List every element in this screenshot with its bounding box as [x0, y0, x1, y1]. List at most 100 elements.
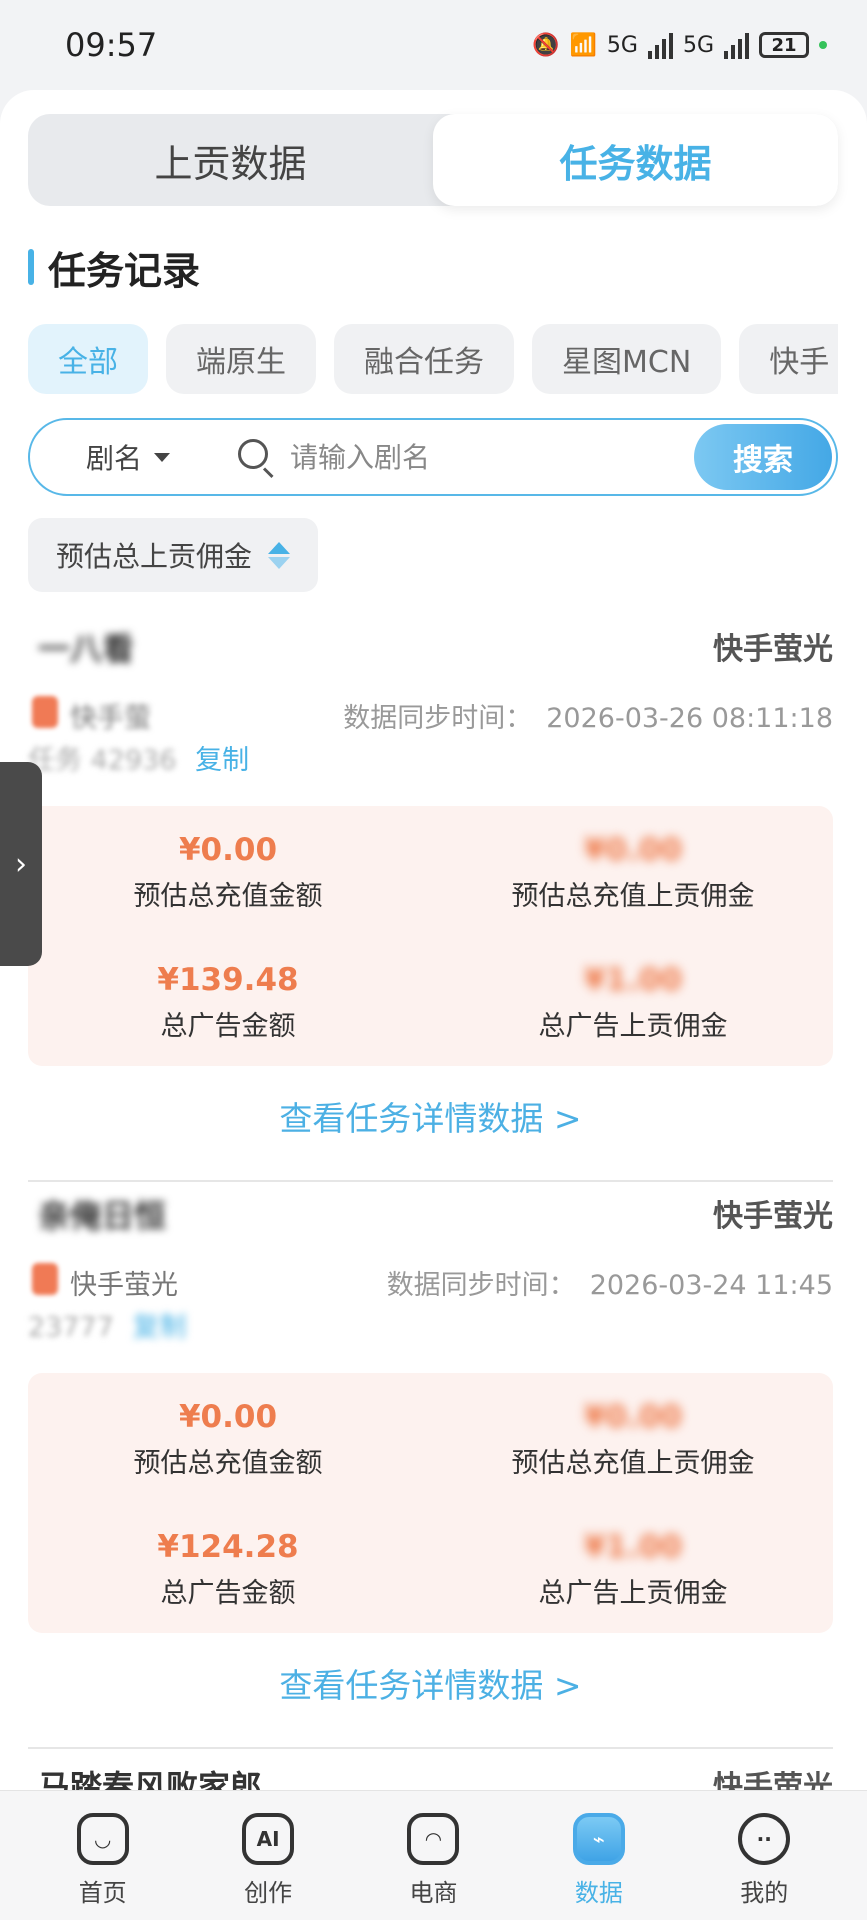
task-platform: 快手萤光 [713, 632, 833, 667]
chip-all[interactable]: 全部 [28, 324, 148, 394]
signal-5g-label-2: 5G [682, 32, 714, 58]
home-icon: ◡ [76, 1813, 129, 1865]
divider [28, 1180, 833, 1182]
stat-value: ¥139.48 [157, 962, 299, 998]
chevron-down-icon [154, 452, 171, 462]
search-button[interactable]: 搜索 [694, 424, 832, 490]
status-icons: 🔕 📶 5G 5G 21 [532, 31, 827, 59]
stat-value: ¥0.00 [583, 1399, 683, 1435]
nav-create[interactable]: AI 创作 [208, 1791, 328, 1920]
section-accent-bar [28, 249, 34, 285]
divider [28, 1747, 833, 1749]
stat-recharge-tribute: ¥0.00 预估总充值上贡佣金 [433, 1399, 833, 1480]
battery-icon: 21 [759, 32, 809, 58]
side-drawer-handle[interactable]: › [0, 762, 42, 966]
bottom-nav: ◡ 首页 AI 创作 ◠ 电商 ⌁ 数据 ·· 我的 [0, 1790, 867, 1920]
sync-value: 2026-03-24 11:45 [589, 1270, 833, 1301]
stat-label: 预估总充值金额 [133, 1448, 323, 1479]
task-id: 任务 42936 [28, 745, 177, 776]
nav-label: 数据 [574, 1879, 623, 1907]
task-card: 一八看 快手萤光 快手萤 数据同步时间： 2026-03-26 08:11:18 … [28, 620, 833, 1182]
profile-icon: ·· [738, 1813, 791, 1865]
stat-value: ¥124.28 [157, 1529, 299, 1565]
stat-ad-amount: ¥139.48 总广告金额 [28, 962, 428, 1043]
status-bar: 09:57 🔕 📶 5G 5G 21 [0, 0, 867, 90]
section-title: 任务记录 [28, 242, 201, 293]
section-title-text: 任务记录 [48, 248, 201, 293]
stat-label: 总广告金额 [160, 1011, 296, 1042]
view-task-detail-link[interactable]: 查看任务详情数据 > [28, 1659, 833, 1707]
ai-create-icon: AI [242, 1813, 295, 1865]
sync-time: 数据同步时间： 2026-03-24 11:45 [387, 1263, 833, 1302]
sync-label: 数据同步时间： [386, 1270, 576, 1301]
tab-task-data[interactable]: 任务数据 [433, 114, 838, 206]
chip-native[interactable]: 端原生 [166, 324, 316, 394]
sort-icon [268, 541, 291, 569]
status-time: 09:57 [65, 26, 158, 64]
search-type-label: 剧名 [86, 442, 143, 475]
search-bar: 剧名 搜索 [28, 418, 838, 496]
chip-kuaishou[interactable]: 快手 [739, 324, 838, 394]
task-card: 亲俺日恒 快手萤光 快手萤光 数据同步时间： 2026-03-24 11:45 2… [28, 1187, 833, 1749]
stat-label: 总广告上贡佣金 [538, 1578, 728, 1609]
task-name: 亲俺日恒 [38, 1197, 167, 1235]
chevron-right-icon: › [15, 846, 27, 882]
nav-profile[interactable]: ·· 我的 [704, 1791, 824, 1920]
chip-xingtu-mcn[interactable]: 星图MCN [532, 324, 722, 394]
chip-fusion[interactable]: 融合任务 [334, 324, 514, 394]
data-chart-icon: ⌁ [572, 1813, 625, 1865]
privacy-dot-icon [819, 41, 827, 49]
nav-label: 首页 [78, 1879, 127, 1907]
platform-avatar [32, 1263, 58, 1295]
stat-label: 预估总充值上贡佣金 [511, 881, 755, 912]
task-card-partial: 马踏春风败家郎 快手萤光 [28, 1754, 833, 1790]
task-platform: 快手萤光 [713, 1199, 833, 1234]
stat-ad-amount: ¥124.28 总广告金额 [28, 1529, 428, 1610]
copy-button[interactable]: 复制 [133, 1312, 187, 1343]
stat-label: 总广告金额 [160, 1578, 296, 1609]
filter-chips: 全部 端原生 融合任务 星图MCN 快手 [28, 324, 838, 396]
nav-label: 我的 [740, 1879, 789, 1907]
nav-ecommerce[interactable]: ◠ 电商 [373, 1791, 493, 1920]
sort-label: 预估总上贡佣金 [56, 540, 253, 573]
view-task-detail-link[interactable]: 查看任务详情数据 > [28, 1092, 833, 1140]
mute-bell-icon: 🔕 [532, 32, 560, 58]
stat-recharge-amount: ¥0.00 预估总充值金额 [28, 1399, 428, 1480]
task-account: 快手萤 [70, 703, 151, 734]
nav-home[interactable]: ◡ 首页 [43, 1791, 163, 1920]
task-id: 23777 [28, 1312, 114, 1343]
stat-label: 总广告上贡佣金 [538, 1011, 728, 1042]
stat-value: ¥1.00 [583, 1529, 683, 1565]
nav-label: 电商 [409, 1879, 458, 1907]
stat-value: ¥1.00 [583, 962, 683, 998]
battery-level: 21 [771, 34, 797, 56]
sort-button[interactable]: 预估总上贡佣金 [28, 518, 319, 592]
search-type-dropdown[interactable]: 剧名 [86, 437, 171, 477]
stat-value: ¥0.00 [583, 832, 683, 868]
stat-recharge-amount: ¥0.00 预估总充值金额 [28, 832, 428, 913]
wifi-icon: 📶 [569, 32, 597, 58]
stat-label: 预估总充值上贡佣金 [511, 1448, 755, 1479]
tab-tribute-data[interactable]: 上贡数据 [28, 114, 433, 206]
stat-label: 预估总充值金额 [133, 881, 323, 912]
task-name: 一八看 [38, 630, 135, 668]
sync-label: 数据同步时间： [343, 703, 533, 734]
task-platform: 快手萤光 [713, 1770, 833, 1790]
signal-bars-icon-2 [724, 31, 749, 59]
nav-label: 创作 [244, 1879, 293, 1907]
nav-data[interactable]: ⌁ 数据 [539, 1791, 659, 1920]
task-account: 快手萤光 [70, 1270, 178, 1301]
stat-ad-tribute: ¥1.00 总广告上贡佣金 [433, 962, 833, 1043]
search-icon [236, 437, 276, 479]
stat-value: ¥0.00 [178, 1399, 278, 1435]
shopping-bag-icon: ◠ [407, 1813, 460, 1865]
copy-button[interactable]: 复制 [195, 745, 249, 776]
signal-bars-icon [647, 31, 673, 59]
stat-ad-tribute: ¥1.00 总广告上贡佣金 [433, 1529, 833, 1610]
task-stats: ¥0.00 预估总充值金额 ¥0.00 预估总充值上贡佣金 ¥139.48 总广… [28, 806, 833, 1066]
data-segment-control: 上贡数据 任务数据 [28, 114, 838, 206]
search-input[interactable] [290, 440, 671, 474]
main-panel: 上贡数据 任务数据 任务记录 全部 端原生 融合任务 星图MCN 快手 剧名 搜… [0, 90, 867, 1790]
task-stats: ¥0.00 预估总充值金额 ¥0.00 预估总充值上贡佣金 ¥124.28 总广… [28, 1373, 833, 1633]
task-name: 马踏春风败家郎 [38, 1768, 263, 1790]
